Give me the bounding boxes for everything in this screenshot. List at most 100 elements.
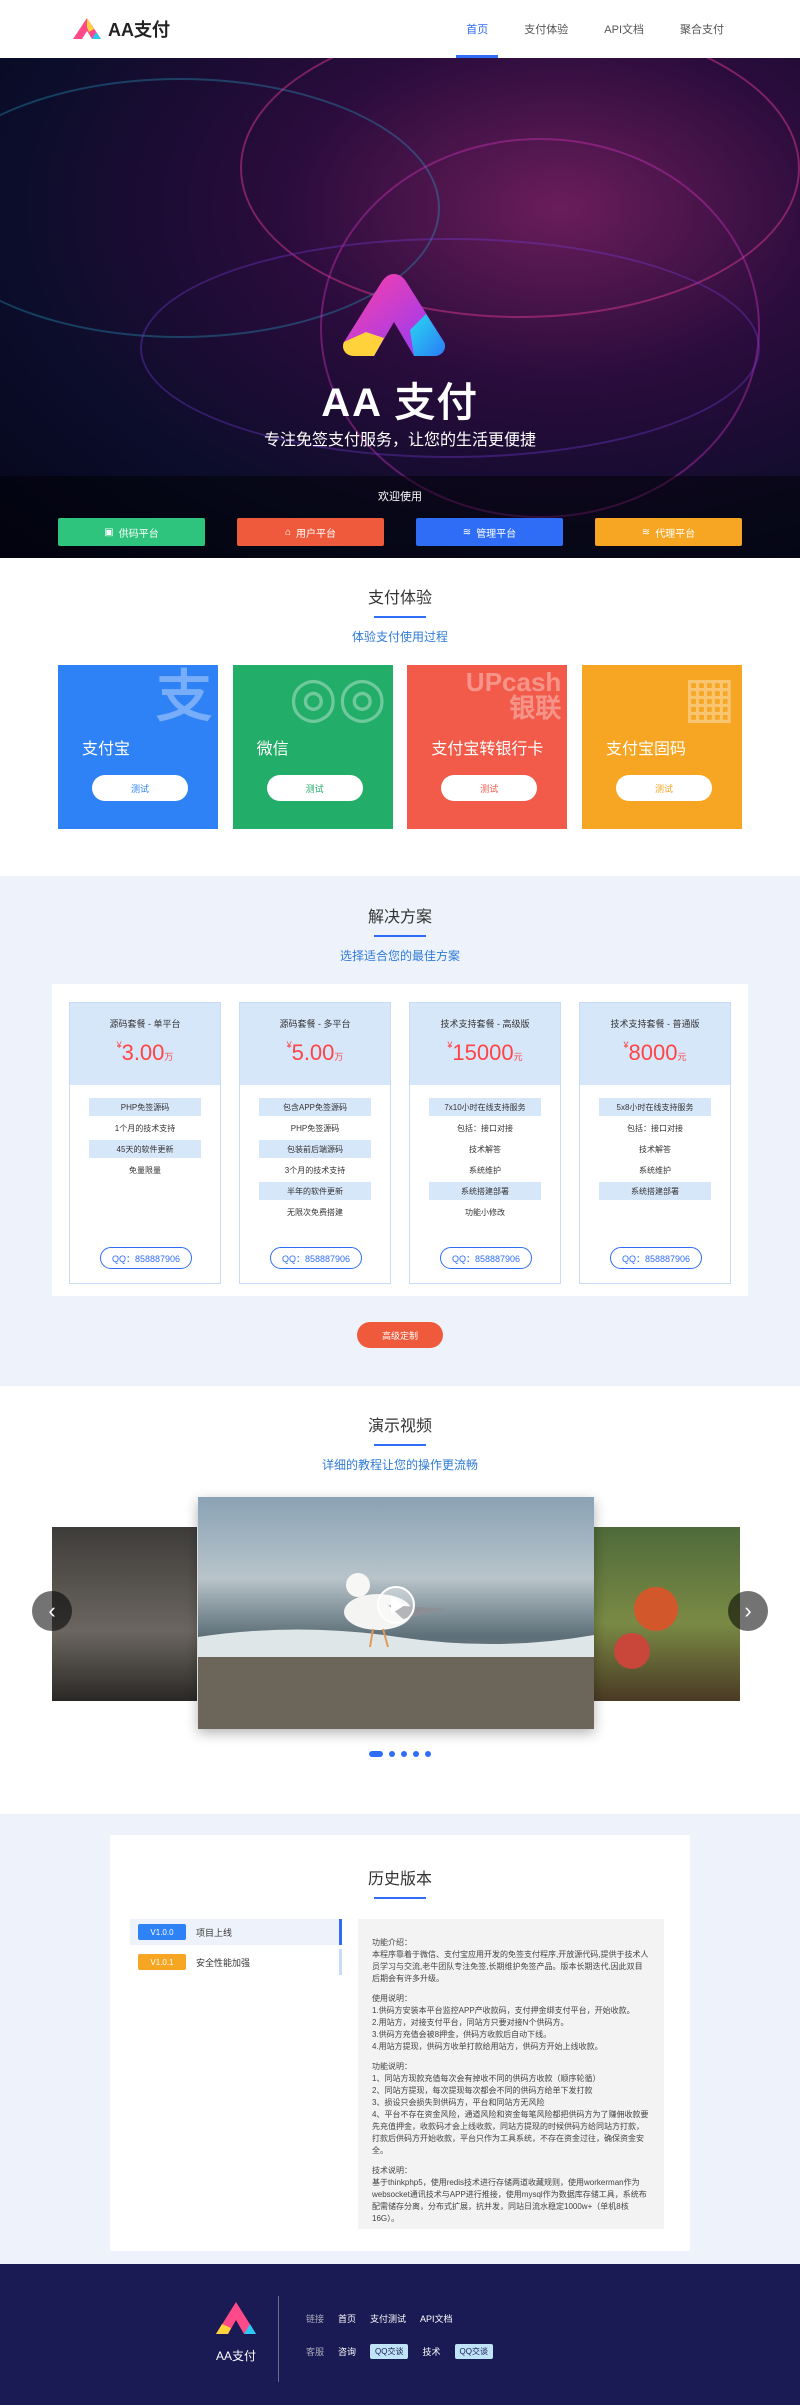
test-button[interactable]: 测试 bbox=[266, 775, 363, 801]
admin-platform-button[interactable]: ≋ 管理平台 bbox=[416, 518, 563, 546]
plan-feature: 包括：接口对接 bbox=[627, 1123, 683, 1133]
welcome-text: 欢迎使用 bbox=[378, 491, 422, 503]
test-button[interactable]: 测试 bbox=[615, 775, 712, 801]
apple-image bbox=[614, 1633, 650, 1669]
footer-support-row: 客服 咨询 QQ交谈 技术 QQ交谈 bbox=[306, 2344, 493, 2359]
supplier-platform-button[interactable]: ▣ 供码平台 bbox=[58, 518, 205, 546]
plan-name: 技术支持套餐 - 高级版 bbox=[440, 1019, 530, 1029]
version-badge: V1.0.1 bbox=[138, 1954, 186, 1970]
pay-card-alipay-fixed-code: ▦ 支付宝固码 测试 bbox=[581, 665, 742, 829]
footer-logo: AA支付 bbox=[214, 2300, 258, 2364]
plan-name: 技术支持套餐 - 普通版 bbox=[610, 1019, 700, 1029]
plan-price: ¥3.00万 bbox=[116, 1040, 174, 1065]
carousel-slide-active[interactable] bbox=[198, 1497, 594, 1729]
carousel-next-button[interactable]: › bbox=[728, 1591, 768, 1631]
carousel-dot[interactable] bbox=[401, 1751, 407, 1757]
carousel-dot[interactable] bbox=[389, 1751, 395, 1757]
carousel-dot[interactable] bbox=[425, 1751, 431, 1757]
title-underline bbox=[374, 1444, 426, 1446]
layers-icon: ≋ bbox=[641, 526, 651, 538]
carousel-dot[interactable] bbox=[413, 1751, 419, 1757]
plan-feature: 3个月的技术支持 bbox=[284, 1165, 346, 1175]
main-menu: 首页 支付体验 API文档 聚合支付 bbox=[448, 0, 742, 58]
plan-name: 源码套餐 - 多平台 bbox=[279, 1019, 351, 1029]
footer-text: 技术 bbox=[422, 2347, 441, 2357]
shop-icon: ⌂ bbox=[284, 526, 292, 538]
desc-heading: 技术说明： bbox=[372, 2166, 412, 2175]
plan-feature: PHP免签源码 bbox=[290, 1123, 340, 1133]
agent-platform-button[interactable]: ≋ 代理平台 bbox=[595, 518, 742, 546]
solutions-section: 解决方案 选择适合您的最佳方案 源码套餐 - 单平台 ¥3.00万 PHP免签源… bbox=[0, 876, 800, 1386]
carousel-prev-button[interactable]: ‹ bbox=[32, 1591, 72, 1631]
version-item[interactable]: V1.0.1 安全性能加强 bbox=[130, 1949, 342, 1975]
brand-logo-icon bbox=[73, 18, 101, 39]
version-item[interactable]: V1.0.0 项目上线 bbox=[130, 1919, 342, 1945]
plan-feature: 技术解答 bbox=[639, 1144, 671, 1154]
test-button[interactable]: 测试 bbox=[92, 775, 188, 801]
title-underline bbox=[374, 1897, 426, 1899]
footer-link[interactable]: API文档 bbox=[420, 2312, 453, 2325]
footer-link[interactable]: 首页 bbox=[338, 2312, 356, 2325]
unionpay-icon: UPcash 银联 bbox=[465, 667, 562, 723]
qq-chat-button[interactable]: QQ交谈 bbox=[370, 2344, 409, 2359]
version-list: V1.0.0 项目上线 V1.0.1 安全性能加强 bbox=[130, 1919, 342, 1979]
seagull-image bbox=[198, 1573, 594, 1729]
hero-subtitle: 专注免签支付服务，让您的生活更便捷 bbox=[263, 432, 536, 449]
plan-price: ¥8000元 bbox=[623, 1040, 687, 1065]
footer-label: 链接 bbox=[306, 2314, 325, 2324]
qq-contact-button[interactable]: QQ：858887906 bbox=[100, 1247, 192, 1269]
section-title: 历史版本 bbox=[367, 1871, 432, 1888]
desc-text: 1.供码方安装本平台监控APP产收款码，支付押金绑支付平台，开始收款。 bbox=[372, 2006, 635, 2015]
qq-contact-button[interactable]: QQ：858887906 bbox=[440, 1247, 532, 1269]
section-subtitle: 体验支付使用过程 bbox=[351, 630, 448, 644]
nav-aggregate-pay[interactable]: 聚合支付 bbox=[662, 0, 742, 58]
nav-pay-experience[interactable]: 支付体验 bbox=[506, 0, 586, 58]
user-platform-button[interactable]: ⌂ 用户平台 bbox=[237, 518, 384, 546]
plan-feature: 系统搭建部署 bbox=[599, 1182, 711, 1200]
demo-video-section: 演示视频 详细的教程让您的操作更流畅 ‹ › bbox=[0, 1386, 800, 1814]
carousel-dot[interactable] bbox=[369, 1751, 383, 1757]
section-title: 支付体验 bbox=[367, 590, 432, 607]
custom-plan-button[interactable]: 高级定制 bbox=[357, 1322, 443, 1348]
history-section: 历史版本 V1.0.0 项目上线 V1.0.1 安全性能加强 功能介绍： 本程序靠… bbox=[0, 1814, 800, 2286]
section-title: 解决方案 bbox=[367, 909, 432, 926]
carousel-slide-next[interactable] bbox=[594, 1527, 740, 1701]
plan-feature: 5x8小时在线支持服务 bbox=[599, 1098, 711, 1116]
history-panel: 历史版本 V1.0.0 项目上线 V1.0.1 安全性能加强 功能介绍： 本程序靠… bbox=[110, 1835, 690, 2251]
card-name: 支付宝转银行卡 bbox=[431, 741, 544, 758]
pay-card-alipay-bank: UPcash 银联 支付宝转银行卡 测试 bbox=[407, 665, 568, 829]
wechat-icon: ◎◎ bbox=[288, 665, 387, 728]
pay-experience-section: 支付体验 体验支付使用过程 支 支付宝 测试 ◎◎ 微信 测试 UPcash 银… bbox=[0, 558, 800, 876]
desc-text: 3.供码方充值会被8押金，供码方收款后自动下线。 bbox=[372, 2030, 552, 2039]
desc-heading: 功能介绍： bbox=[372, 1938, 412, 1947]
hero-title: AA 支付 bbox=[321, 381, 479, 425]
brand-logo[interactable]: AA支付 bbox=[72, 16, 170, 42]
qr-icon: ▣ bbox=[104, 526, 114, 538]
footer-brand: AA支付 bbox=[215, 2349, 256, 2363]
nav-home[interactable]: 首页 bbox=[448, 0, 506, 58]
qq-contact-button[interactable]: QQ：858887906 bbox=[610, 1247, 702, 1269]
qq-chat-button[interactable]: QQ交谈 bbox=[454, 2344, 493, 2359]
plan-feature: 系统搭建部署 bbox=[429, 1182, 541, 1200]
desc-text: 1、同站方现款充值每次会有掉收不同的供码方收款（顺序轮循） bbox=[372, 2074, 601, 2083]
chevron-left-icon: ‹ bbox=[48, 1598, 56, 1623]
carousel-slide-prev[interactable] bbox=[52, 1527, 197, 1701]
video-carousel: ‹ › bbox=[0, 1497, 800, 1737]
qq-contact-button[interactable]: QQ：858887906 bbox=[270, 1247, 362, 1269]
desc-text: 基于thinkphp5，使用redis技术进行存储两道收藏规则，使用worker… bbox=[372, 2178, 647, 2223]
plan-price: ¥15000元 bbox=[447, 1040, 523, 1065]
test-button[interactable]: 测试 bbox=[441, 775, 538, 801]
plan-feature: 包括：接口对接 bbox=[457, 1123, 513, 1133]
layers-icon: ≋ bbox=[462, 526, 472, 538]
plan-feature: 功能小修改 bbox=[465, 1207, 505, 1217]
button-label: 供码平台 bbox=[118, 528, 159, 540]
plan-card: 源码套餐 - 多平台 ¥5.00万 包含APP免签源码 PHP免签源码 包装前后… bbox=[239, 1002, 391, 1284]
footer-link[interactable]: 支付测试 bbox=[370, 2312, 406, 2325]
pay-card-alipay: 支 支付宝 测试 bbox=[58, 665, 218, 829]
desc-text: 2、同站方提现，每次提现每次都会不同的供码方给单下发打款 bbox=[372, 2086, 593, 2095]
nav-api-docs[interactable]: API文档 bbox=[586, 0, 662, 58]
section-title: 演示视频 bbox=[367, 1418, 432, 1435]
footer: AA支付 链接 首页 支付测试 API文档 客服 咨询 QQ交谈 技术 QQ交谈 bbox=[0, 2264, 800, 2405]
version-label: 安全性能加强 bbox=[196, 1957, 251, 1968]
plan-price: ¥5.00万 bbox=[286, 1040, 344, 1065]
